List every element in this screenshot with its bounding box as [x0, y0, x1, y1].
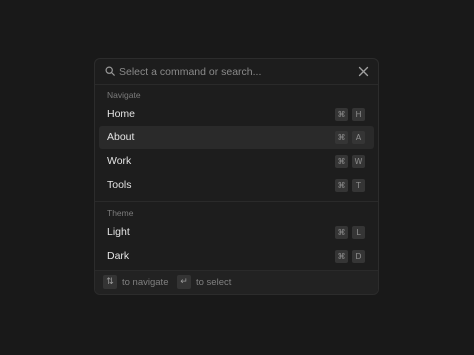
navigate-arrows-icon: ⇅	[103, 275, 117, 289]
search-input[interactable]	[119, 64, 349, 80]
command-item-home[interactable]: Home ⌘ H	[99, 103, 374, 126]
group-label-theme: Theme	[107, 208, 134, 218]
search-icon	[105, 66, 115, 76]
item-label: Light	[107, 226, 130, 238]
item-label: Home	[107, 108, 136, 120]
select-hint: to select	[196, 277, 232, 288]
item-label: Work	[107, 155, 132, 167]
command-item-dark[interactable]: Dark ⌘ D	[99, 245, 374, 268]
item-label: Dark	[107, 250, 130, 262]
command-item-work[interactable]: Work ⌘ W	[99, 150, 374, 173]
command-key-icon: ⌘	[335, 155, 348, 168]
item-label: Tools	[107, 179, 132, 191]
command-key-icon: ⌘	[335, 108, 348, 121]
close-icon[interactable]	[358, 66, 369, 77]
shortcut-key: L	[352, 226, 365, 239]
command-item-about[interactable]: About ⌘ A	[99, 126, 374, 149]
shortcut-key: A	[352, 131, 365, 144]
command-key-icon: ⌘	[335, 131, 348, 144]
group-divider	[95, 201, 378, 202]
shortcut-key: H	[352, 108, 365, 121]
group-label-navigate: Navigate	[107, 90, 141, 100]
shortcut-key: T	[352, 179, 365, 192]
item-label: About	[107, 131, 135, 143]
shortcut-key: W	[352, 155, 365, 168]
command-item-tools[interactable]: Tools ⌘ T	[99, 174, 374, 197]
command-key-icon: ⌘	[335, 226, 348, 239]
palette-footer: ⇅ to navigate ↵ to select	[95, 270, 378, 294]
enter-key-icon: ↵	[177, 275, 191, 289]
search-bar	[95, 59, 378, 85]
navigate-hint: to navigate	[122, 277, 169, 288]
command-key-icon: ⌘	[335, 179, 348, 192]
command-palette: Navigate Home ⌘ H About ⌘ A Work ⌘ W Too…	[94, 58, 379, 295]
command-item-light[interactable]: Light ⌘ L	[99, 221, 374, 244]
shortcut-key: D	[352, 250, 365, 263]
command-key-icon: ⌘	[335, 250, 348, 263]
